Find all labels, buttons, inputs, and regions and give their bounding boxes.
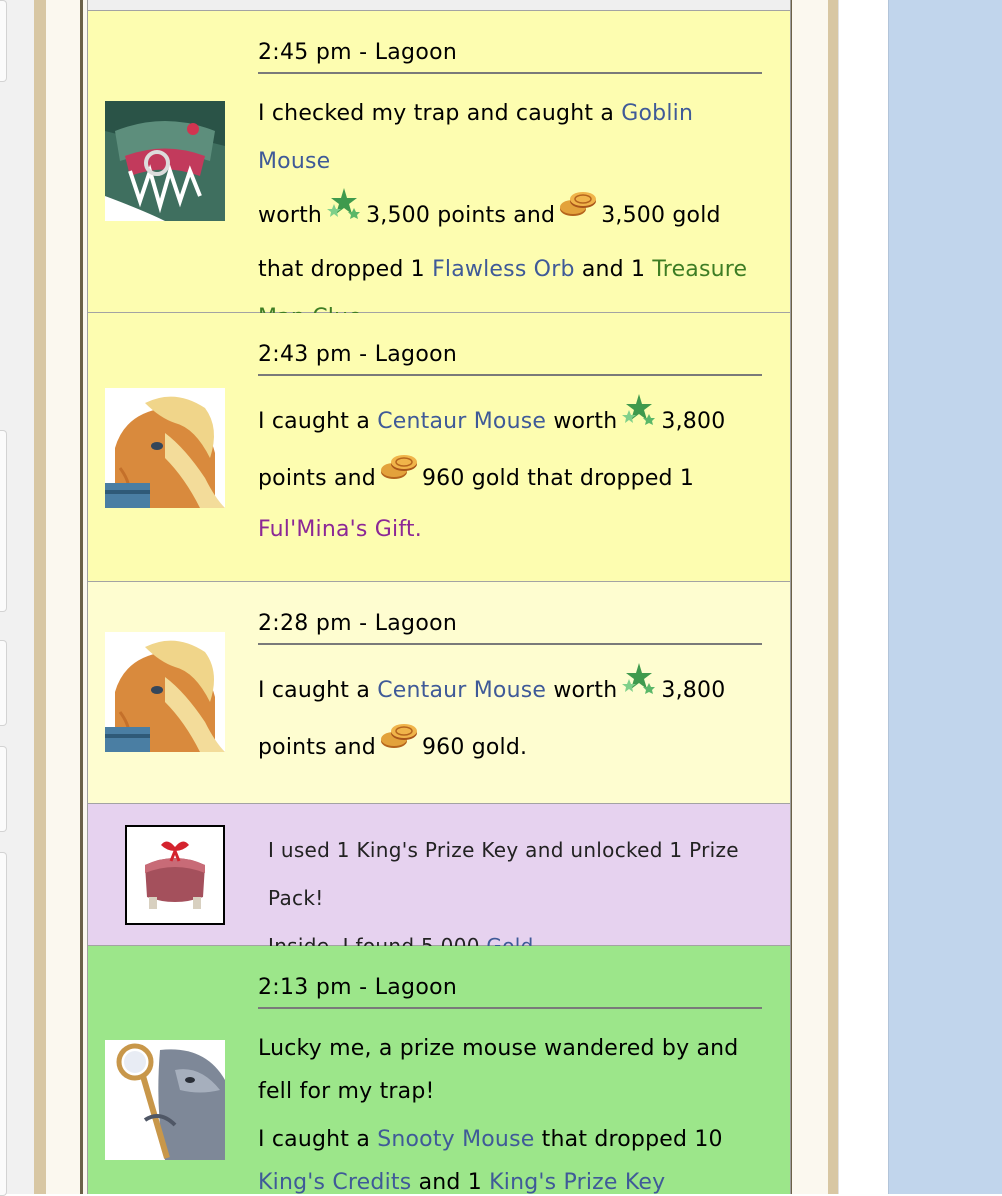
entry-text: I caught a Centaur Mouse worth 3,800 poin… xyxy=(258,661,770,775)
entry-text-gold: 960 gold. xyxy=(421,735,528,760)
entry-divider xyxy=(258,1007,762,1009)
left-panel-tab[interactable] xyxy=(0,0,7,82)
entry-divider xyxy=(258,374,762,376)
left-panel-tab[interactable] xyxy=(0,640,7,726)
page-gutter xyxy=(838,0,889,1194)
left-panel-tab[interactable] xyxy=(0,430,7,612)
entry-title: 2:43 pm - Lagoon xyxy=(258,342,458,367)
entry-title: 2:45 pm - Lagoon xyxy=(258,40,458,65)
loot-link[interactable]: King's Prize Key xyxy=(489,1170,665,1194)
convertible-entry: I used 1 King's Prize Key and unlocked 1… xyxy=(88,804,790,958)
entry-text-worth: worth xyxy=(546,409,618,434)
journal-entry-body: 2:45 pm - Lagoon I checked my trap and c… xyxy=(258,38,770,342)
entry-text-intro: I caught a xyxy=(258,678,378,703)
journal-entry: 2:28 pm - Lagoon I caught a Centaur Mous… xyxy=(88,582,790,804)
loot-link[interactable]: Ful'Mina's Gift. xyxy=(258,517,422,542)
entry-text-and: and 1 xyxy=(411,1170,490,1194)
entry-text-and: and 1 xyxy=(574,257,653,282)
page-background xyxy=(888,0,1002,1194)
points-stars-icon xyxy=(326,186,362,240)
loot-link[interactable]: King's Credits xyxy=(258,1170,411,1194)
mouse-link[interactable]: Centaur Mouse xyxy=(377,409,546,434)
journal-top-strip xyxy=(88,0,790,11)
journal-entry: 2:13 pm - Lagoon Lucky me, a prize mouse… xyxy=(88,946,790,1194)
journal-entry-body: 2:13 pm - Lagoon Lucky me, a prize mouse… xyxy=(258,973,770,1194)
entry-title: 2:28 pm - Lagoon xyxy=(258,611,458,636)
entry-text-worth: worth xyxy=(258,203,323,228)
gold-coins-icon xyxy=(380,721,418,769)
entry-divider xyxy=(258,72,762,74)
journal-entry-body: 2:43 pm - Lagoon I caught a Centaur Mous… xyxy=(258,340,770,554)
prize-catch-line: I caught a Snooty Mouse that dropped 10 … xyxy=(258,1118,770,1194)
points-stars-icon xyxy=(621,661,657,715)
gold-coins-icon xyxy=(380,452,418,500)
points-stars-icon xyxy=(621,392,657,446)
entry-text-intro: I caught a xyxy=(258,409,378,434)
journal-list: 2:45 pm - Lagoon I checked my trap and c… xyxy=(87,0,791,1194)
entry-text: Lucky me, a prize mouse wandered by and … xyxy=(258,1027,770,1194)
left-panel-tab[interactable] xyxy=(0,746,7,832)
gold-coins-icon xyxy=(559,189,597,237)
journal-entry: 2:45 pm - Lagoon I checked my trap and c… xyxy=(88,11,790,330)
centaur-mouse-image[interactable] xyxy=(105,388,225,508)
journal-entry: 2:43 pm - Lagoon I caught a Centaur Mous… xyxy=(88,313,790,582)
entry-text-dropped: that dropped 10 xyxy=(534,1127,723,1152)
loot-link[interactable]: Flawless Orb xyxy=(432,257,575,282)
prize-pack-image[interactable] xyxy=(125,825,225,925)
journal-entry-body: 2:28 pm - Lagoon I caught a Centaur Mous… xyxy=(258,609,770,775)
entry-text-intro: I caught a xyxy=(258,1127,378,1152)
prize-intro-line: Lucky me, a prize mouse wandered by and … xyxy=(258,1036,739,1104)
entry-text-gold: 960 gold that dropped 1 xyxy=(421,466,695,491)
entry-divider xyxy=(258,643,762,645)
entry-text-worth: worth xyxy=(546,678,618,703)
mouse-link[interactable]: Snooty Mouse xyxy=(377,1127,534,1152)
entry-text-points: 3,500 points and xyxy=(366,203,556,228)
entry-text: I caught a Centaur Mouse worth 3,800 poin… xyxy=(258,392,770,554)
entry-title: 2:13 pm - Lagoon xyxy=(258,975,458,1000)
goblin-mouse-image[interactable] xyxy=(105,101,225,221)
snooty-mouse-image[interactable] xyxy=(105,1040,225,1160)
convertible-line1: I used 1 King's Prize Key and unlocked 1… xyxy=(268,838,739,910)
entry-text-intro: I checked my trap and caught a xyxy=(258,101,622,126)
mouse-link[interactable]: Centaur Mouse xyxy=(377,678,546,703)
left-panel-tab[interactable] xyxy=(0,852,7,1196)
centaur-mouse-image[interactable] xyxy=(105,632,225,752)
entry-text: I checked my trap and caught a Goblin Mo… xyxy=(258,90,770,342)
